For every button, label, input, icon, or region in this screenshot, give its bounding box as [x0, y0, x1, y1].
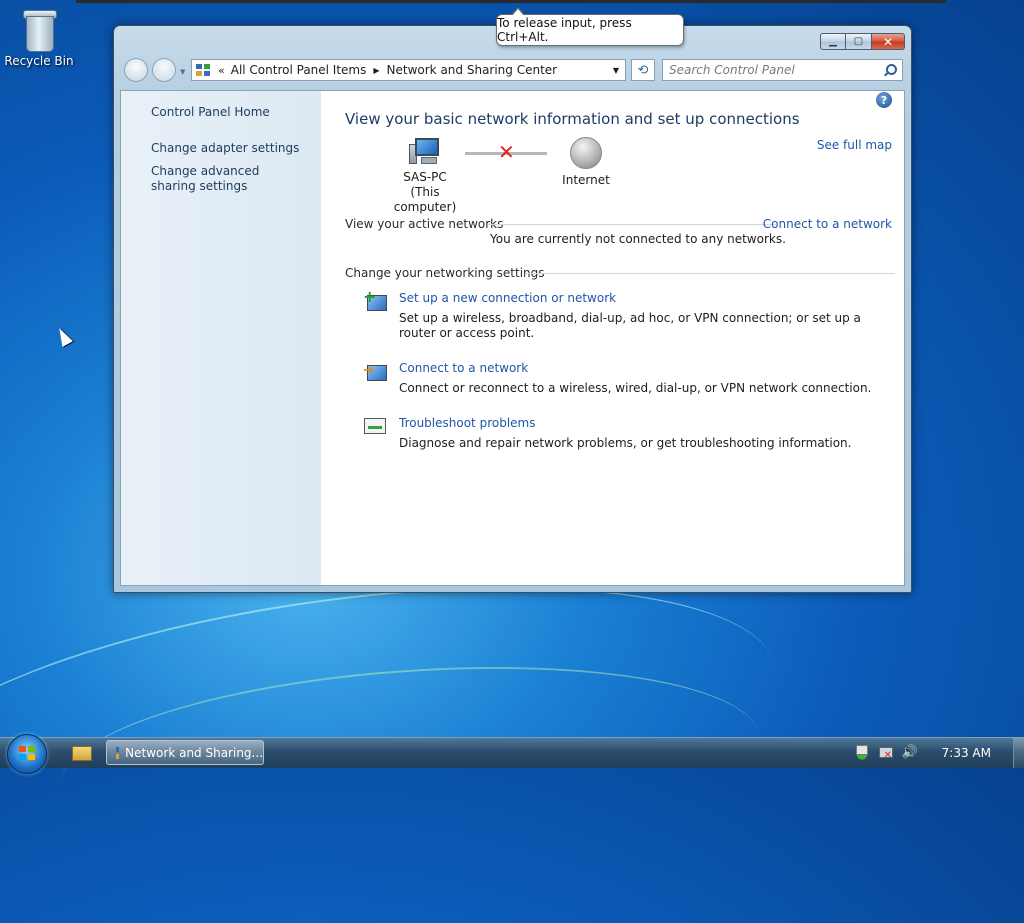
troubleshoot-icon: [363, 416, 389, 440]
volume-icon[interactable]: 🔊: [902, 745, 918, 761]
section-divider: [525, 273, 895, 274]
refresh-button[interactable]: ⟲: [631, 59, 655, 81]
left-pane: Control Panel Home Change adapter settin…: [121, 91, 321, 585]
refresh-icon: ⟲: [637, 62, 649, 78]
address-bar[interactable]: « All Control Panel Items ▶ Network and …: [191, 59, 626, 81]
active-networks-label: View your active networks: [345, 217, 504, 231]
close-button[interactable]: ✕: [872, 33, 905, 50]
computer-node[interactable]: SAS-PC (This computer): [381, 138, 469, 215]
task-connect-network: ➜ Connect to a network Connect or reconn…: [363, 361, 903, 401]
networking-settings-label: Change your networking settings: [345, 266, 545, 280]
search-box: [662, 59, 903, 81]
breadcrumb-all-items[interactable]: All Control Panel Items: [231, 63, 367, 77]
see-full-map-link[interactable]: See full map: [817, 138, 892, 152]
breadcrumb-arrow-icon[interactable]: ▶: [373, 66, 379, 75]
page-title: View your basic network information and …: [345, 110, 800, 128]
disconnected-x-icon[interactable]: ✕: [498, 142, 515, 162]
recent-pages-chevron-icon[interactable]: ▼: [180, 68, 185, 76]
internet-label: Internet: [562, 173, 610, 187]
system-tray: 🔊 7:33 AM: [850, 738, 1024, 768]
search-icon[interactable]: [882, 62, 898, 78]
clock[interactable]: 7:33 AM: [942, 746, 991, 760]
control-panel-icon: [196, 64, 210, 76]
new-connection-icon: +: [363, 289, 389, 315]
new-connection-link[interactable]: Set up a new connection or network: [399, 291, 616, 305]
task-new-connection: + Set up a new connection or network Set…: [363, 289, 903, 341]
recycle-bin-icon: [22, 8, 57, 52]
maximize-button[interactable]: ▢: [846, 33, 872, 50]
recycle-bin[interactable]: Recycle Bin: [4, 8, 74, 68]
vm-release-tooltip-text: To release input, press Ctrl+Alt.: [497, 16, 632, 44]
search-input[interactable]: [663, 62, 882, 78]
vm-release-tooltip: To release input, press Ctrl+Alt.: [496, 7, 684, 46]
address-dropdown-icon[interactable]: ▼: [613, 66, 619, 75]
content-area: Control Panel Home Change adapter settin…: [120, 90, 905, 586]
network-center-taskbar-button[interactable]: Network and Sharing...: [106, 740, 264, 765]
breadcrumb-overflow[interactable]: «: [218, 64, 225, 77]
computer-subtitle: (This computer): [393, 185, 457, 214]
globe-icon: [570, 137, 602, 169]
windows-logo-icon: [19, 746, 35, 760]
troubleshoot-desc: Diagnose and repair network problems, or…: [399, 436, 852, 450]
vm-toolbar-strip: [76, 0, 946, 3]
mouse-cursor-icon: [54, 325, 74, 347]
connect-network-desc: Connect or reconnect to a wireless, wire…: [399, 381, 872, 395]
computer-icon: [409, 138, 441, 166]
control-panel-home-link[interactable]: Control Panel Home: [151, 105, 311, 120]
start-button[interactable]: [7, 734, 47, 774]
navigation-bar: ▼ « All Control Panel Items ▶ Network an…: [122, 58, 903, 84]
new-connection-desc: Set up a wireless, broadband, dial-up, a…: [399, 311, 861, 340]
recycle-bin-label: Recycle Bin: [4, 54, 74, 68]
show-desktop-button[interactable]: [1013, 738, 1024, 768]
section-divider: [488, 224, 776, 225]
control-panel-icon: [116, 746, 120, 759]
network-sharing-window: ▁ ▢ ✕ ▼ « All Control Panel Items ▶ Netw…: [113, 25, 912, 593]
caption-buttons: ▁ ▢ ✕: [820, 33, 905, 50]
task-troubleshoot: Troubleshoot problems Diagnose and repai…: [363, 416, 903, 456]
connect-network-link[interactable]: Connect to a network: [399, 361, 528, 375]
explorer-taskbar-button[interactable]: [66, 743, 96, 763]
forward-button[interactable]: [152, 58, 176, 82]
breadcrumb-network-center[interactable]: Network and Sharing Center: [387, 63, 558, 77]
close-icon: ✕: [882, 34, 894, 49]
folder-icon: [72, 746, 92, 761]
back-button[interactable]: [124, 58, 148, 82]
internet-node[interactable]: Internet: [555, 137, 617, 188]
computer-name: SAS-PC: [403, 170, 447, 184]
network-status-icon[interactable]: [878, 745, 894, 761]
main-pane: ? View your basic network information an…: [345, 91, 895, 585]
help-icon[interactable]: ?: [876, 92, 892, 108]
change-adapter-settings-link[interactable]: Change adapter settings: [151, 141, 311, 156]
troubleshoot-link[interactable]: Troubleshoot problems: [399, 416, 535, 430]
minimize-button[interactable]: ▁: [820, 33, 846, 50]
connect-network-icon: ➜: [363, 361, 389, 385]
wallpaper-streak: [0, 538, 794, 923]
connect-to-network-link[interactable]: Connect to a network: [763, 217, 892, 231]
not-connected-status: You are currently not connected to any n…: [490, 232, 786, 246]
maximize-icon: ▢: [853, 36, 864, 47]
taskbar: Network and Sharing... 🔊 7:33 AM: [0, 734, 1024, 774]
change-advanced-sharing-link[interactable]: Change advanced sharing settings: [151, 164, 301, 194]
taskbar-task-label: Network and Sharing...: [125, 745, 263, 760]
action-center-icon[interactable]: [853, 745, 870, 761]
minimize-icon: ▁: [829, 36, 837, 47]
